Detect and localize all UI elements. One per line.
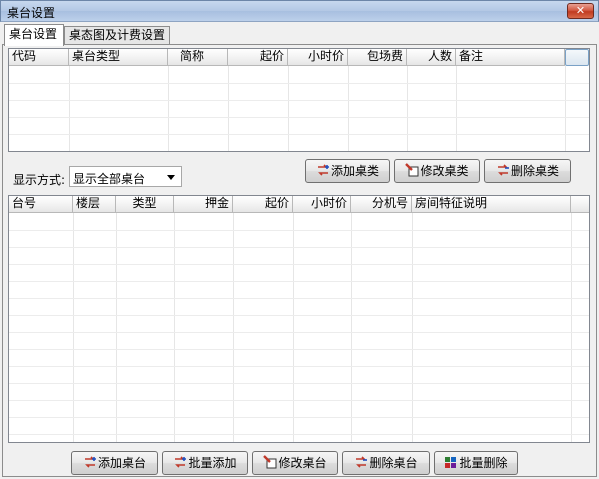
column-header-hourly-price-2[interactable]: 小时价 <box>293 196 351 213</box>
table-grid-header: 台号 楼层 类型 押金 起价 小时价 分机号 房间特征说明 <box>9 196 589 213</box>
add-table-button[interactable]: 添加桌台 <box>71 451 158 475</box>
delete-table-button[interactable]: 删除桌台 <box>342 451 430 475</box>
add-icon <box>84 456 96 468</box>
edit-table-button[interactable]: 修改桌台 <box>252 451 338 475</box>
column-header-room-description[interactable]: 房间特征说明 <box>412 196 571 213</box>
display-mode-value: 显示全部桌台 <box>73 172 146 186</box>
column-header-table-type[interactable]: 桌台类型 <box>69 49 168 66</box>
column-header-floor[interactable]: 楼层 <box>73 196 116 213</box>
close-button[interactable]: ✕ <box>567 3 594 19</box>
grid-corner-button[interactable] <box>565 49 589 66</box>
window-titlebar: 桌台设置 ✕ <box>0 0 599 22</box>
tab-strip: 桌台设置 桌态图及计费设置 <box>0 23 599 46</box>
table-grid[interactable]: 台号 楼层 类型 押金 起价 小时价 分机号 房间特征说明 <box>8 195 590 443</box>
close-icon: ✕ <box>575 4 586 17</box>
batch-delete-icon <box>445 457 457 468</box>
add-table-type-button[interactable]: 添加桌类 <box>305 159 390 183</box>
column-header-code[interactable]: 代码 <box>9 49 69 66</box>
grid-header-spacer <box>571 196 589 213</box>
table-type-grid-body <box>9 66 589 151</box>
window-title: 桌台设置 <box>7 6 56 20</box>
column-header-remarks[interactable]: 备注 <box>456 49 565 66</box>
tab-table-settings[interactable]: 桌台设置 <box>4 24 64 46</box>
column-header-booking-fee[interactable]: 包场费 <box>348 49 407 66</box>
display-mode-label: 显示方式: <box>13 173 66 187</box>
edit-icon <box>263 455 277 469</box>
tab-status-billing[interactable]: 桌态图及计费设置 <box>64 26 170 45</box>
display-mode-select[interactable]: 显示全部桌台 <box>69 166 182 187</box>
column-header-short-name[interactable]: 简称 <box>168 49 228 66</box>
chevron-down-icon <box>167 175 175 180</box>
delete-icon <box>356 456 368 468</box>
batch-add-button[interactable]: 批量添加 <box>162 451 248 475</box>
delete-table-type-button[interactable]: 删除桌类 <box>484 159 571 183</box>
table-grid-body <box>9 213 589 442</box>
column-header-start-price[interactable]: 起价 <box>228 49 288 66</box>
column-header-type[interactable]: 类型 <box>116 196 174 213</box>
batch-add-icon <box>175 456 187 468</box>
edit-table-type-button[interactable]: 修改桌类 <box>394 159 480 183</box>
batch-delete-button[interactable]: 批量删除 <box>434 451 518 475</box>
column-header-table-no[interactable]: 台号 <box>9 196 73 213</box>
column-header-hourly-price[interactable]: 小时价 <box>288 49 348 66</box>
delete-icon <box>497 164 509 176</box>
edit-icon <box>405 163 419 177</box>
column-header-people[interactable]: 人数 <box>407 49 456 66</box>
table-type-grid-header: 代码 桌台类型 简称 起价 小时价 包场费 人数 备注 <box>9 49 589 66</box>
add-icon <box>317 164 329 176</box>
column-header-extension[interactable]: 分机号 <box>351 196 412 213</box>
column-header-start-price-2[interactable]: 起价 <box>233 196 293 213</box>
column-header-deposit[interactable]: 押金 <box>174 196 233 213</box>
table-type-grid[interactable]: 代码 桌台类型 简称 起价 小时价 包场费 人数 备注 <box>8 48 590 152</box>
